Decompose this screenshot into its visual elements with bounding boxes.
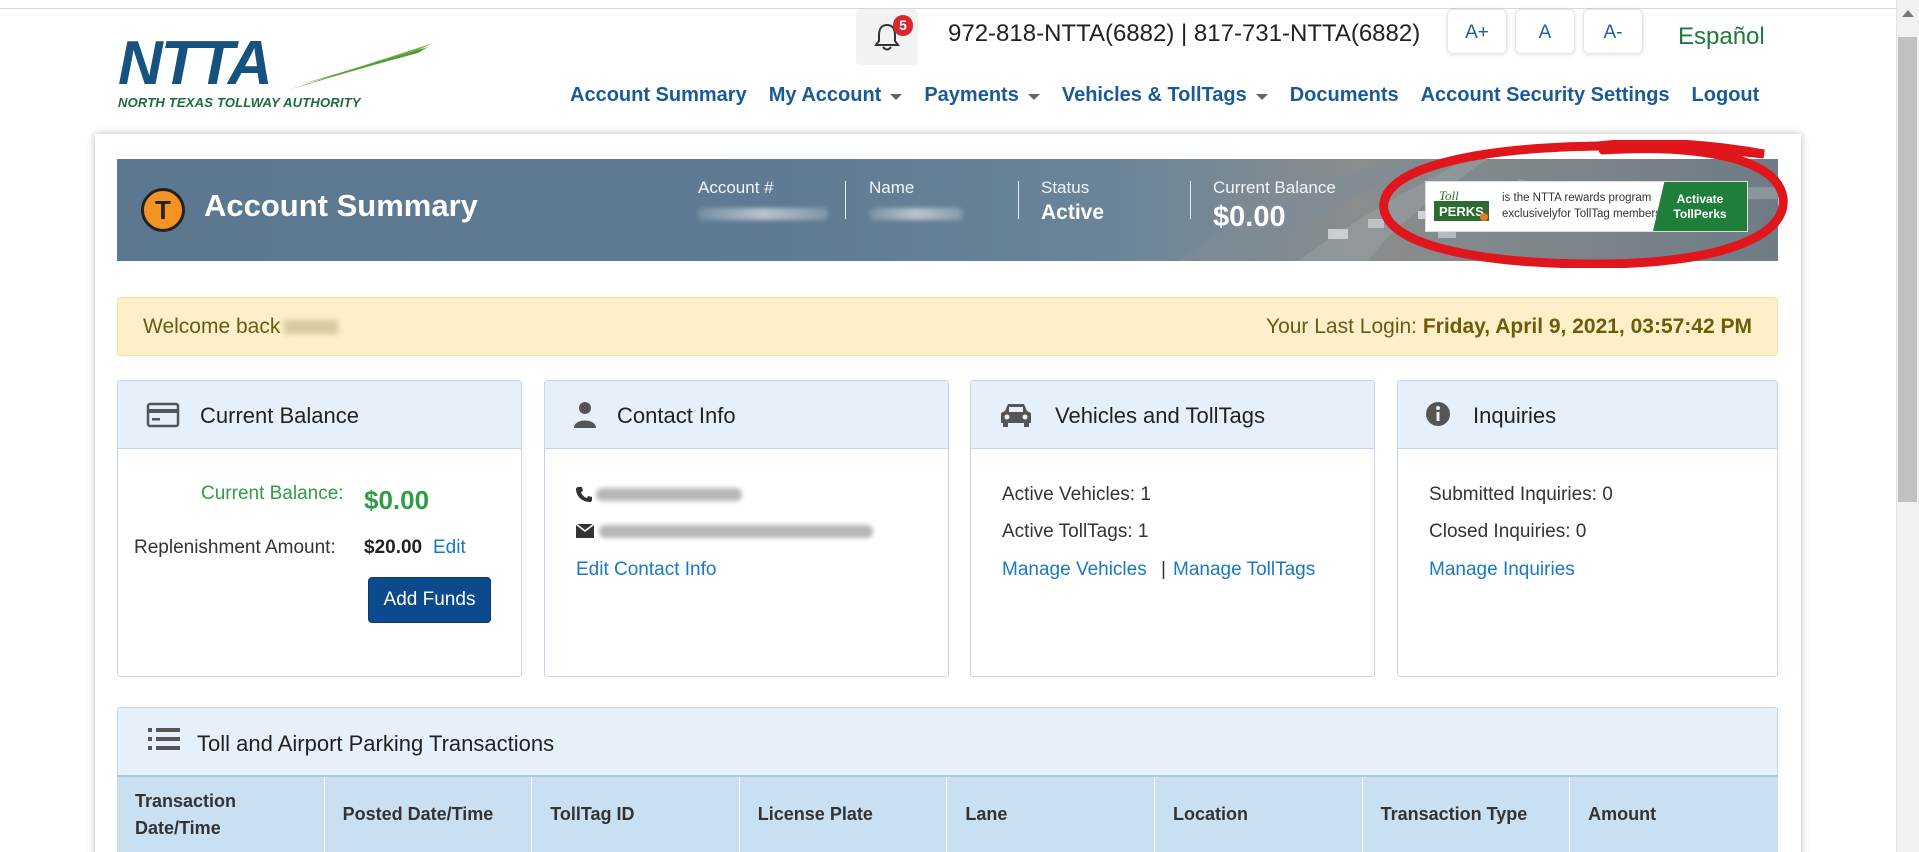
account-status-field: Status Active bbox=[1041, 178, 1104, 225]
credit-card-icon bbox=[146, 402, 180, 428]
manage-tolltags-link[interactable]: Manage TollTags bbox=[1173, 559, 1315, 581]
closed-inquiries-count: Closed Inquiries: 0 bbox=[1429, 521, 1587, 542]
link-separator: | bbox=[1161, 559, 1166, 580]
nav-label: Payments bbox=[924, 83, 1019, 106]
nav-label: Logout bbox=[1691, 83, 1760, 106]
caret-down-icon bbox=[890, 93, 903, 100]
last-login-label: Your Last Login: bbox=[1265, 315, 1417, 338]
banner-balance-field: Current Balance $0.00 bbox=[1213, 178, 1336, 234]
column-header-lane[interactable]: Lane bbox=[947, 777, 1155, 852]
font-decrease-button[interactable]: A- bbox=[1583, 9, 1643, 54]
logo-swoosh-icon bbox=[288, 43, 433, 90]
balance-label: Current Balance bbox=[1213, 178, 1336, 197]
current-balance-panel: Current Balance bbox=[117, 380, 522, 677]
nav-payments[interactable]: Payments bbox=[924, 84, 1040, 107]
column-header-posted-datetime[interactable]: Posted Date/Time bbox=[325, 777, 533, 852]
nav-vehicles-tolltags[interactable]: Vehicles & TollTags bbox=[1062, 84, 1268, 107]
redacted-email-address bbox=[599, 525, 873, 538]
current-balance-label: Current Balance: bbox=[201, 483, 344, 504]
column-header-license-plate[interactable]: License Plate bbox=[740, 777, 948, 852]
column-header-transaction-type[interactable]: Transaction Type bbox=[1363, 777, 1571, 852]
nav-logout[interactable]: Logout bbox=[1692, 84, 1760, 107]
logo-wordmark: NTTA bbox=[118, 29, 273, 98]
logo-tagline: NORTH TEXAS TOLLWAY AUTHORITY bbox=[118, 95, 361, 110]
last-login: Your Last Login: Friday, April 9, 2021, … bbox=[1266, 315, 1752, 339]
column-header-transaction-datetime[interactable]: Transaction Date/Time bbox=[117, 777, 325, 852]
scrollbar-thumb[interactable] bbox=[1898, 37, 1917, 502]
font-default-button[interactable]: A bbox=[1515, 9, 1575, 54]
panel-header: Current Balance bbox=[118, 381, 521, 449]
account-name-field: Name bbox=[869, 178, 963, 225]
banner-divider bbox=[845, 181, 846, 219]
support-phone-numbers: 972-818-NTTA(6882) | 817-731-NTTA(6882) bbox=[948, 20, 1421, 47]
phone-icon bbox=[576, 487, 592, 502]
last-login-value: Friday, April 9, 2021, 03:57:42 PM bbox=[1422, 315, 1752, 338]
status-label: Status bbox=[1041, 178, 1090, 197]
account-name-label: Name bbox=[869, 178, 915, 197]
list-icon bbox=[148, 728, 180, 750]
user-icon bbox=[574, 402, 596, 428]
column-header-tolltag-id[interactable]: TollTag ID bbox=[532, 777, 740, 852]
column-header-location[interactable]: Location bbox=[1155, 777, 1363, 852]
panel-title: Contact Info bbox=[617, 403, 736, 428]
caret-down-icon bbox=[1027, 93, 1040, 100]
nav-documents[interactable]: Documents bbox=[1290, 84, 1399, 107]
panel-title: Vehicles and TollTags bbox=[1055, 403, 1265, 428]
info-icon bbox=[1426, 402, 1450, 426]
redacted-phone-number bbox=[596, 488, 742, 501]
caret-down-icon bbox=[1255, 93, 1268, 100]
replenishment-amount-label: Replenishment Amount: bbox=[134, 537, 336, 558]
banner-divider bbox=[1018, 181, 1019, 219]
car-icon bbox=[1001, 404, 1031, 427]
edit-replenishment-link[interactable]: Edit bbox=[433, 537, 466, 559]
redacted-account-name bbox=[869, 208, 963, 220]
panel-header: Vehicles and TollTags bbox=[971, 381, 1374, 449]
status-value: Active bbox=[1041, 201, 1105, 224]
edit-contact-info-link[interactable]: Edit Contact Info bbox=[576, 559, 716, 581]
redacted-account-number bbox=[698, 208, 828, 220]
account-number-label: Account # bbox=[698, 178, 774, 197]
panel-title: Inquiries bbox=[1473, 403, 1557, 428]
main-navigation: Account Summary My Account Payments Vehi… bbox=[570, 83, 1781, 107]
page-title: Account Summary bbox=[204, 188, 478, 223]
nav-label: Vehicles & TollTags bbox=[1061, 83, 1247, 106]
manage-inquiries-link[interactable]: Manage Inquiries bbox=[1429, 559, 1575, 581]
nav-label: Account Summary bbox=[570, 83, 747, 106]
balance-value: $0.00 bbox=[1213, 201, 1286, 233]
add-funds-button[interactable]: Add Funds bbox=[368, 577, 491, 623]
nav-account-summary[interactable]: Account Summary bbox=[570, 84, 747, 107]
welcome-greeting: Welcome back bbox=[143, 315, 281, 338]
banner-divider bbox=[1190, 181, 1191, 219]
nav-label: Documents bbox=[1289, 83, 1399, 106]
nav-label: My Account bbox=[768, 83, 882, 106]
scroll-up-arrow-icon[interactable] bbox=[1902, 10, 1914, 17]
manage-vehicles-link[interactable]: Manage Vehicles bbox=[1002, 559, 1147, 581]
current-balance-value: $0.00 bbox=[364, 485, 430, 515]
ntta-logo[interactable]: NTTA NORTH TEXAS TOLLWAY AUTHORITY bbox=[118, 29, 433, 113]
transactions-title: Toll and Airport Parking Transactions bbox=[197, 731, 555, 756]
nav-label: Account Security Settings bbox=[1420, 83, 1670, 106]
red-annotation-circle bbox=[1379, 140, 1788, 268]
language-espanol-link[interactable]: Español bbox=[1678, 23, 1765, 51]
welcome-message: Welcome back bbox=[143, 315, 339, 339]
tolltag-t-icon: T bbox=[141, 188, 185, 232]
notification-count-badge: 5 bbox=[893, 15, 913, 36]
envelope-icon bbox=[576, 524, 594, 538]
panel-header: Contact Info bbox=[545, 381, 948, 449]
redacted-user-name bbox=[284, 320, 339, 335]
column-header-amount[interactable]: Amount bbox=[1570, 777, 1778, 852]
active-tolltags-count: Active TollTags: 1 bbox=[1002, 521, 1149, 542]
nav-account-security[interactable]: Account Security Settings bbox=[1421, 84, 1670, 107]
submitted-inquiries-count: Submitted Inquiries: 0 bbox=[1429, 484, 1613, 505]
transactions-table-header: Transaction Date/Time Posted Date/Time T… bbox=[117, 775, 1778, 852]
welcome-alert: Welcome back Your Last Login: Friday, Ap… bbox=[117, 297, 1778, 356]
font-increase-button[interactable]: A+ bbox=[1447, 9, 1507, 54]
active-vehicles-count: Active Vehicles: 1 bbox=[1002, 484, 1151, 505]
panel-header: Inquiries bbox=[1398, 381, 1777, 449]
replenishment-amount-value: $20.00 bbox=[364, 537, 423, 558]
account-number-field: Account # bbox=[698, 178, 828, 225]
nav-my-account[interactable]: My Account bbox=[769, 84, 903, 107]
panel-title: Current Balance bbox=[200, 403, 359, 428]
window-top-edge bbox=[0, 0, 1896, 9]
